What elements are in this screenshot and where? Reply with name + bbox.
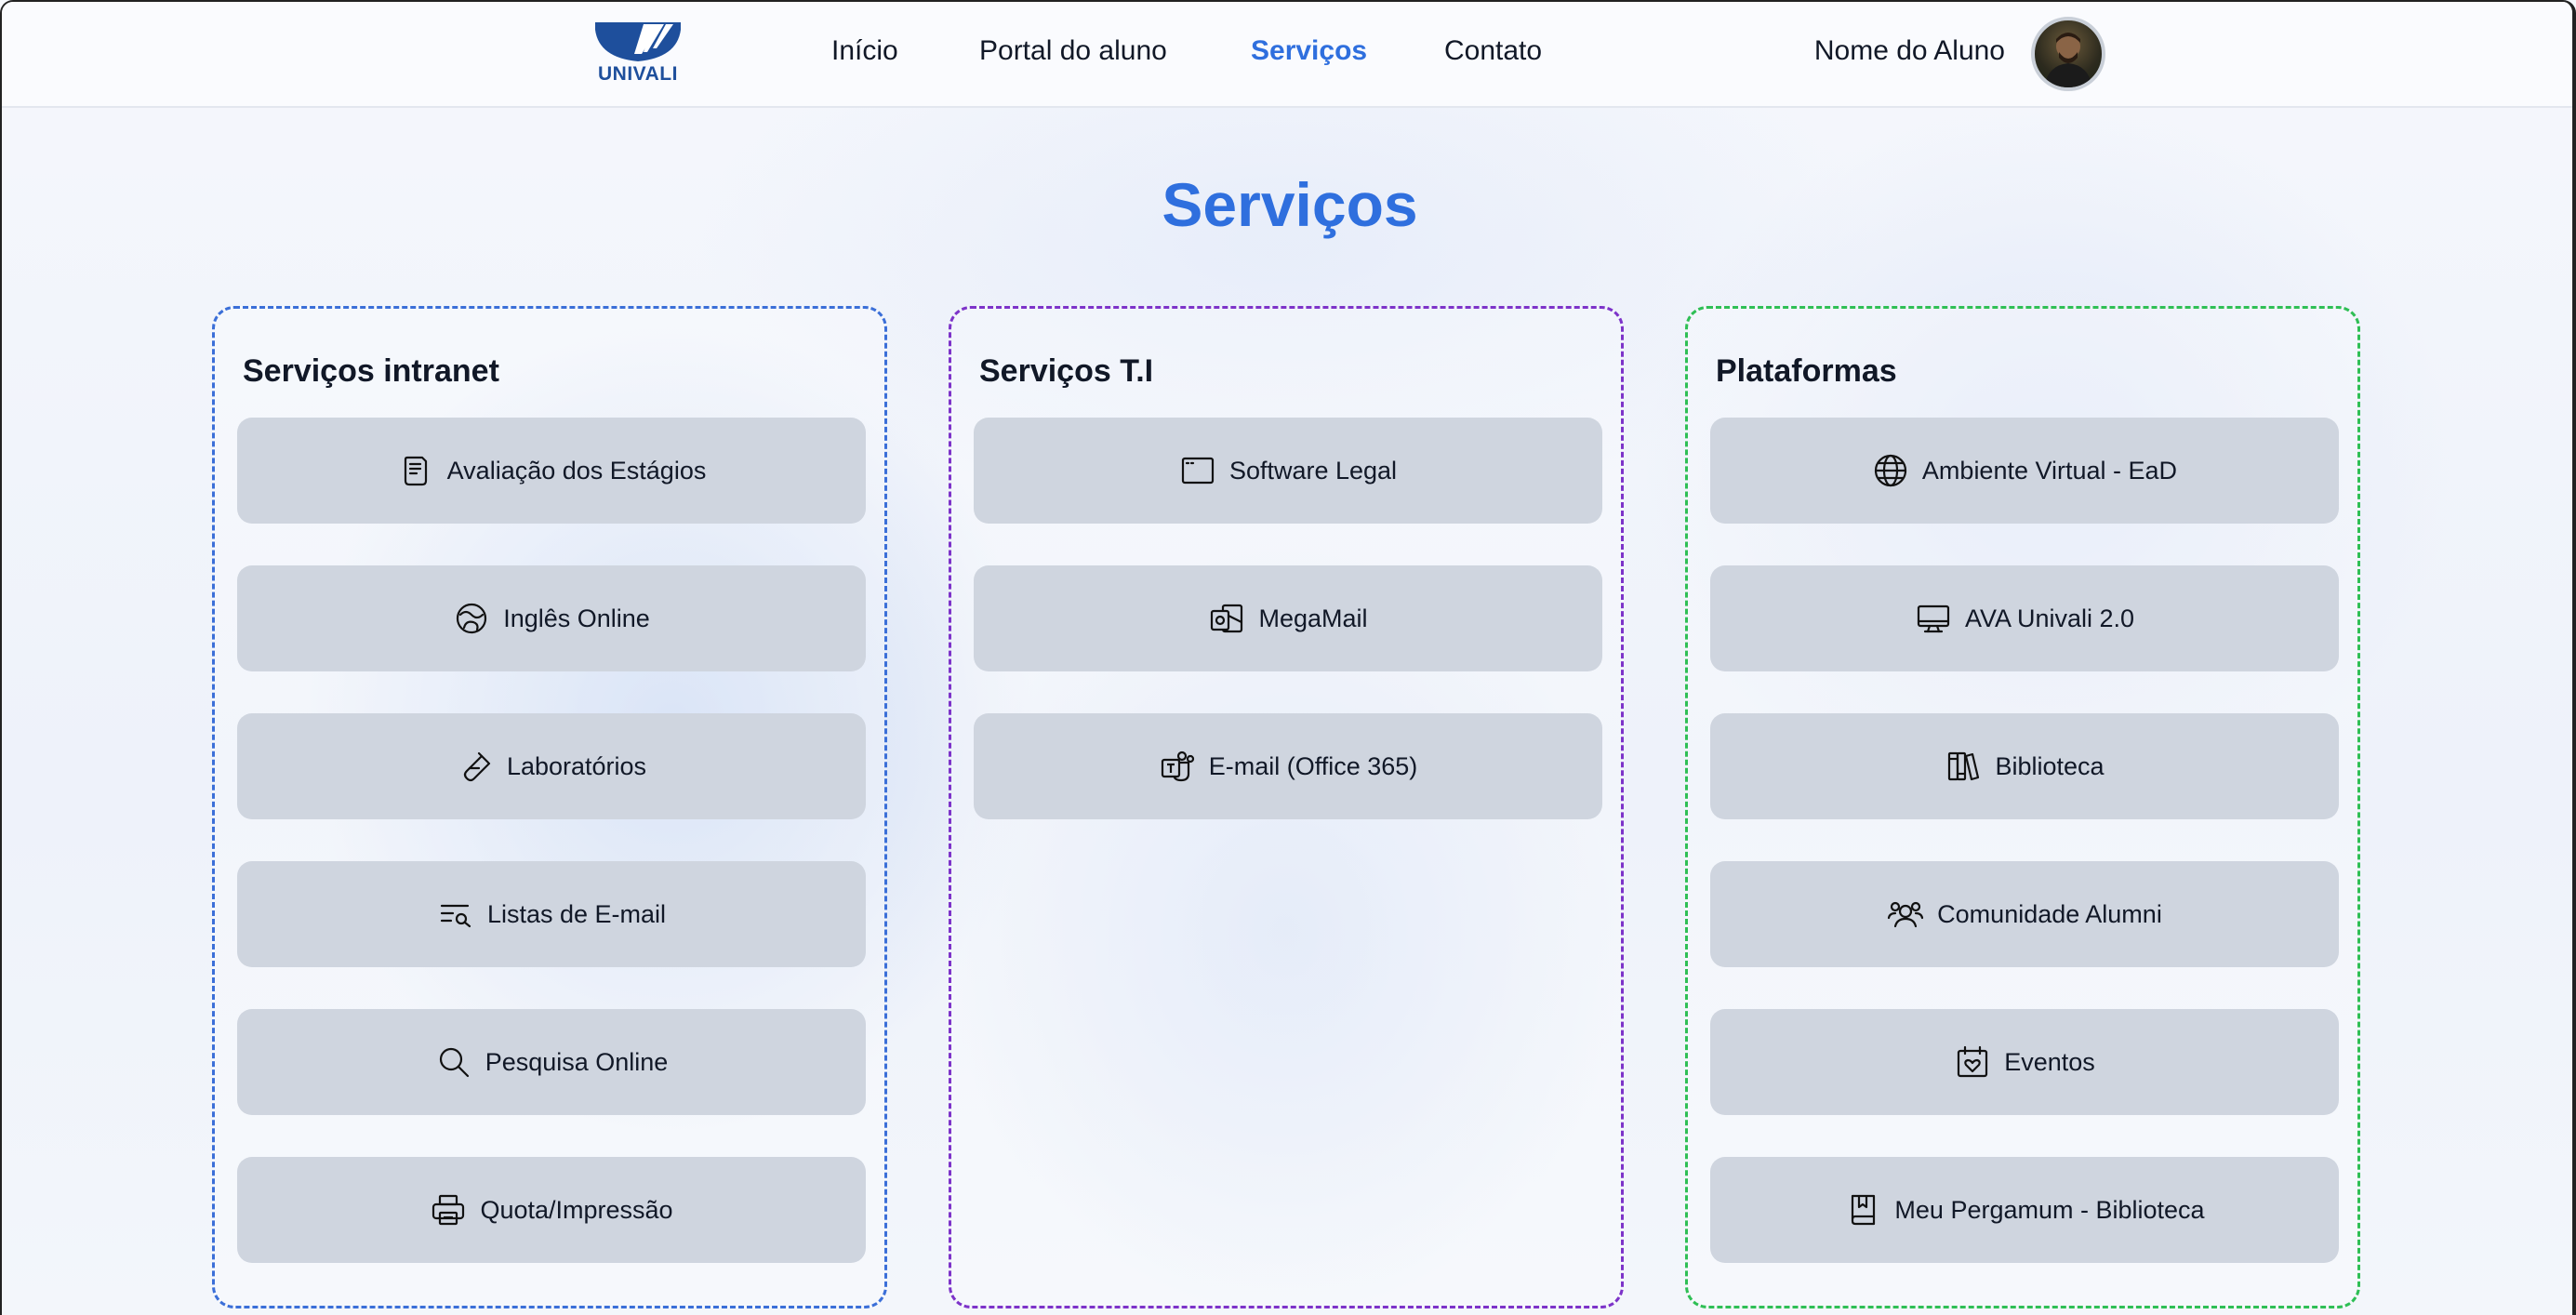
service-label: Listas de E-mail — [486, 899, 667, 928]
section-title: Serviços intranet — [243, 353, 499, 389]
service-label: Biblioteca — [1995, 751, 2105, 780]
service-label: Laboratórios — [506, 751, 647, 780]
globe-swirl-icon — [453, 600, 490, 637]
service-quota-impressao-button[interactable]: Quota/Impressão — [237, 1157, 866, 1263]
globe-icon — [1872, 452, 1909, 489]
univali-logo[interactable]: UNIVALI — [593, 20, 683, 86]
app-window: UNIVALI Início Portal do aluno Serviços … — [0, 0, 2576, 1315]
section-title: Serviços T.I — [979, 353, 1154, 389]
service-ingles-online-button[interactable]: Inglês Online — [237, 565, 866, 671]
printer-icon — [430, 1191, 467, 1229]
service-label: Software Legal — [1228, 456, 1398, 485]
window-icon — [1179, 452, 1216, 489]
service-label: AVA Univali 2.0 — [1964, 604, 2135, 632]
section-title: Plataformas — [1716, 353, 1897, 389]
list-search-icon — [437, 896, 474, 933]
top-navbar: UNIVALI Início Portal do aluno Serviços … — [2, 2, 2572, 108]
service-label: Quota/Impressão — [480, 1195, 673, 1224]
books-icon — [1945, 748, 1982, 785]
teams-icon — [1159, 748, 1196, 785]
service-label: Avaliação dos Estágios — [446, 456, 707, 485]
test-tube-icon — [457, 748, 494, 785]
service-label: MegaMail — [1258, 604, 1368, 632]
page-title: Serviços — [1162, 170, 1418, 239]
nav-servicos[interactable]: Serviços — [1251, 35, 1367, 67]
monitor-icon — [1915, 600, 1952, 637]
service-megamail-button[interactable]: MegaMail — [974, 565, 1602, 671]
service-laboratorios-button[interactable]: Laboratórios — [237, 713, 866, 819]
section-servicos-ti: Serviços T.I Software Legal MegaMail E-m… — [949, 306, 1624, 1308]
service-label: Ambiente Virtual - EaD — [1921, 456, 2178, 485]
bookmark-book-icon — [1844, 1191, 1881, 1229]
univali-logo-mark — [595, 22, 681, 61]
section-servicos-intranet: Serviços intranet Avaliação dos Estágios — [212, 306, 887, 1308]
service-label: Comunidade Alumni — [1937, 899, 2162, 928]
service-email-office365-button[interactable]: E-mail (Office 365) — [974, 713, 1602, 819]
avatar[interactable] — [2031, 17, 2105, 91]
avatar-image — [2044, 33, 2092, 87]
service-label: E-mail (Office 365) — [1208, 751, 1418, 780]
search-icon — [435, 1043, 472, 1081]
logo-text: UNIVALI — [598, 63, 678, 85]
service-label: Eventos — [2004, 1047, 2095, 1076]
service-avaliacao-estagios-button[interactable]: Avaliação dos Estágios — [237, 418, 866, 524]
service-listas-email-button[interactable]: Listas de E-mail — [237, 861, 866, 967]
service-meu-pergamum-button[interactable]: Meu Pergamum - Biblioteca — [1710, 1157, 2339, 1263]
users-icon — [1887, 896, 1924, 933]
nav-portal-do-aluno[interactable]: Portal do aluno — [979, 35, 1167, 67]
calendar-heart-icon — [1954, 1043, 1991, 1081]
section-plataformas: Plataformas Ambiente Virtual - EaD AVA U… — [1685, 306, 2360, 1308]
service-ambiente-virtual-ead-button[interactable]: Ambiente Virtual - EaD — [1710, 418, 2339, 524]
service-label: Pesquisa Online — [485, 1047, 669, 1076]
nav-contato[interactable]: Contato — [1444, 35, 1542, 67]
service-eventos-button[interactable]: Eventos — [1710, 1009, 2339, 1115]
user-name[interactable]: Nome do Aluno — [1814, 35, 2005, 67]
service-software-legal-button[interactable]: Software Legal — [974, 418, 1602, 524]
outlook-icon — [1208, 600, 1245, 637]
service-biblioteca-button[interactable]: Biblioteca — [1710, 713, 2339, 819]
document-icon — [397, 452, 434, 489]
service-label: Inglês Online — [503, 604, 650, 632]
nav-inicio[interactable]: Início — [831, 35, 898, 67]
service-pesquisa-online-button[interactable]: Pesquisa Online — [237, 1009, 866, 1115]
service-comunidade-alumni-button[interactable]: Comunidade Alumni — [1710, 861, 2339, 967]
service-ava-univali-button[interactable]: AVA Univali 2.0 — [1710, 565, 2339, 671]
service-label: Meu Pergamum - Biblioteca — [1894, 1195, 2205, 1224]
